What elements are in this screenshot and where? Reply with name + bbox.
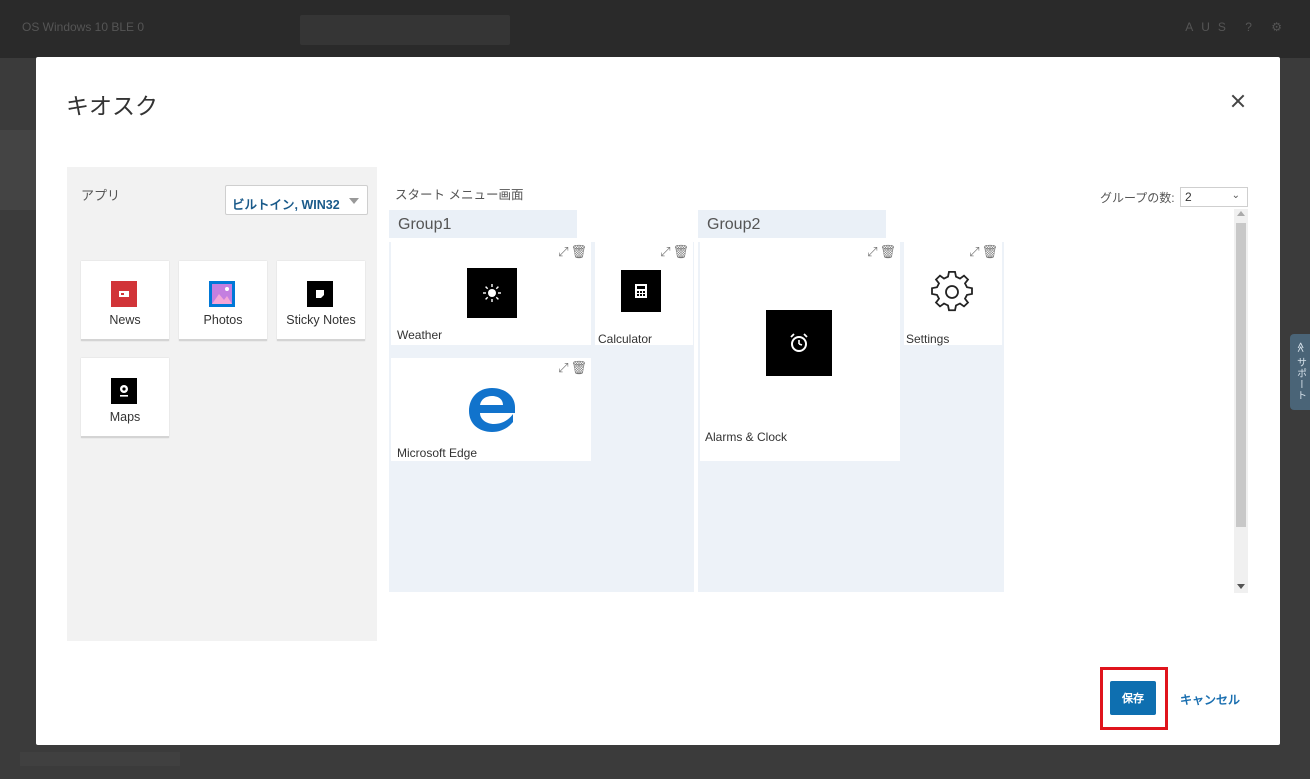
trash-icon[interactable]: 🗑 xyxy=(981,244,998,260)
tile-calculator[interactable]: ⤢ 🗑 Calculator xyxy=(595,242,693,346)
resize-icon[interactable]: ⤢ xyxy=(867,244,877,260)
resize-icon[interactable]: ⤢ xyxy=(558,244,568,260)
app-type-dropdown[interactable]: ビルトイン, WIN32 xyxy=(225,185,368,215)
resize-icon[interactable]: ⤢ xyxy=(660,244,670,260)
photos-icon xyxy=(209,281,235,307)
group-name: Group1 xyxy=(398,216,452,233)
background-title: OS Windows 10 BLE 0 xyxy=(22,20,145,34)
scroll-thumb[interactable] xyxy=(1236,223,1246,527)
background-top-bar: OS Windows 10 BLE 0 AUS ? ⚙ xyxy=(0,0,1310,58)
group2-area: ⤢ 🗑 Alarms & Clock ⤢ 🗑 Settings xyxy=(698,242,1004,592)
group-name: Group2 xyxy=(707,216,761,233)
alarm-clock-icon xyxy=(766,310,832,376)
trash-icon[interactable]: 🗑 xyxy=(570,360,587,376)
tile-microsoft-edge[interactable]: ⤢ 🗑 Microsoft Edge xyxy=(391,358,591,461)
news-icon xyxy=(111,281,137,307)
resize-icon[interactable]: ⤢ xyxy=(969,244,979,260)
app-tile-news[interactable]: News xyxy=(81,261,169,341)
scroll-down-arrow-icon[interactable] xyxy=(1237,584,1245,589)
start-menu-label: スタート メニュー画面 xyxy=(395,188,524,202)
group-count-dropdown[interactable]: 2 ⌄ xyxy=(1180,187,1248,207)
tile-controls: ⤢ 🗑 xyxy=(867,244,896,260)
calculator-icon xyxy=(621,270,661,312)
support-tab[interactable]: ≪ サポート xyxy=(1290,334,1310,410)
tile-controls: ⤢ 🗑 xyxy=(558,244,587,260)
apps-label: アプリ xyxy=(81,188,121,203)
tile-controls: ⤢ 🗑 xyxy=(969,244,998,260)
save-button[interactable]: 保存 xyxy=(1110,681,1156,715)
group-count-value: 2 xyxy=(1185,190,1192,204)
edge-icon xyxy=(465,382,519,436)
tile-label: Settings xyxy=(906,332,950,346)
app-tile-label: Sticky Notes xyxy=(286,313,356,327)
caret-down-icon xyxy=(349,198,359,204)
trash-icon[interactable]: 🗑 xyxy=(879,244,896,260)
tile-alarms-clock[interactable]: ⤢ 🗑 Alarms & Clock xyxy=(700,242,900,461)
scroll-up-arrow-icon[interactable] xyxy=(1237,211,1245,216)
cancel-button[interactable]: キャンセル xyxy=(1180,691,1240,708)
background-side-strip xyxy=(0,130,36,210)
tile-controls: ⤢ 🗑 xyxy=(558,360,587,376)
weather-icon xyxy=(467,268,517,318)
sticky-notes-icon xyxy=(307,281,333,307)
trash-icon[interactable]: 🗑 xyxy=(672,244,689,260)
group-header-group2[interactable]: Group2 xyxy=(698,210,886,238)
app-tile-label: Photos xyxy=(203,313,243,327)
app-tile-label: News xyxy=(109,313,141,327)
app-type-selected: ビルトイン, WIN32 xyxy=(232,198,340,212)
kiosk-dialog: キオスク アプリ ビルトイン, WIN32 News Photos Sticky… xyxy=(36,57,1280,745)
apps-panel: アプリ ビルトイン, WIN32 News Photos Sticky Note… xyxy=(67,167,377,641)
app-tile-photos[interactable]: Photos xyxy=(179,261,267,341)
tile-settings[interactable]: ⤢ 🗑 Settings xyxy=(904,242,1002,346)
app-tile-sticky-notes[interactable]: Sticky Notes xyxy=(277,261,365,341)
tile-controls: ⤢ 🗑 xyxy=(660,244,689,260)
settings-gear-icon xyxy=(930,270,974,314)
tile-label: Alarms & Clock xyxy=(705,430,788,444)
background-search-box xyxy=(300,15,510,45)
group1-area: ⤢ 🗑 Weather ⤢ 🗑 Calculator ⤢ 🗑 Microsoft Ed… xyxy=(389,242,694,592)
tile-label: Weather xyxy=(397,328,443,342)
chevron-down-icon: ⌄ xyxy=(1231,190,1240,201)
maps-icon xyxy=(111,378,137,404)
tile-weather[interactable]: ⤢ 🗑 Weather xyxy=(391,242,591,345)
trash-icon[interactable]: 🗑 xyxy=(570,244,587,260)
group-count-label: グループの数: xyxy=(1100,191,1175,205)
tile-label: Microsoft Edge xyxy=(397,446,478,460)
close-icon[interactable] xyxy=(1226,89,1250,113)
dialog-title: キオスク xyxy=(66,93,158,119)
tile-label: Calculator xyxy=(598,332,653,346)
background-footer xyxy=(20,752,180,766)
group-header-group1[interactable]: Group1 xyxy=(389,210,577,238)
background-toolbar: AUS ? ⚙ xyxy=(1185,20,1290,34)
resize-icon[interactable]: ⤢ xyxy=(558,360,568,376)
vertical-scrollbar[interactable] xyxy=(1234,209,1248,593)
app-tile-label: Maps xyxy=(109,410,141,424)
app-tile-maps[interactable]: Maps xyxy=(81,358,169,438)
